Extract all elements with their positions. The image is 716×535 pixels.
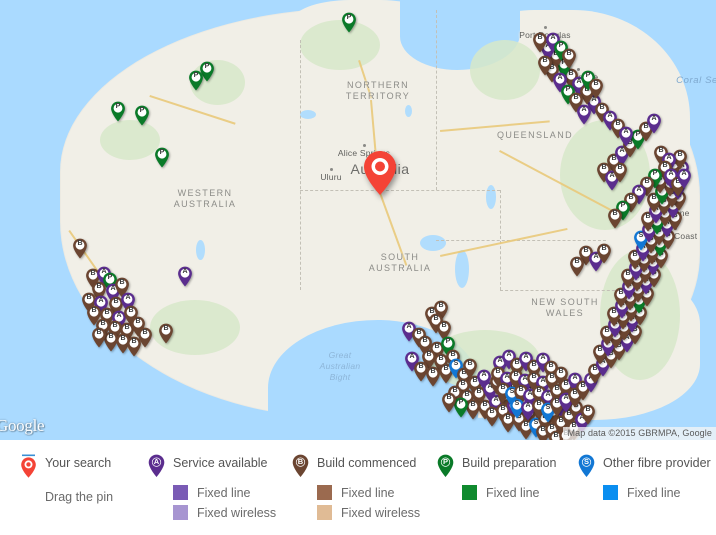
- vegetation-patch: [300, 20, 380, 70]
- pin-build-commenced[interactable]: B: [608, 208, 623, 229]
- legend-item-fixed-wireless: Fixed wireless: [317, 505, 420, 520]
- legend-pin-icon-build-preparation: P: [437, 454, 454, 478]
- state-border: [436, 10, 437, 190]
- legend-swatch: [317, 505, 332, 520]
- pin-build-preparation[interactable]: P: [155, 147, 170, 168]
- map-attribution: Map data ©2015 GBRMPA, Google: [562, 427, 716, 440]
- inland-lake: [196, 240, 205, 260]
- legend-item-label: Fixed line: [197, 485, 251, 500]
- pin-service-available[interactable]: A: [178, 266, 193, 287]
- legend-title-build-preparation: Build preparation: [462, 456, 557, 470]
- legend-header-build-preparation: P Build preparation: [437, 454, 557, 480]
- legend-pin-glyph: A: [153, 457, 160, 466]
- legend-swatch: [317, 485, 332, 500]
- pin-build-preparation[interactable]: P: [111, 101, 126, 122]
- legend-title-other-fibre-provider: Other fibre provider: [603, 456, 711, 470]
- legend-swatch: [173, 505, 188, 520]
- map-canvas[interactable]: WESTERN AUSTRALIA NORTHERN TERRITORY SOUTH…: [0, 0, 716, 440]
- legend-item-label: Fixed wireless: [197, 505, 277, 520]
- pin-build-commenced[interactable]: B: [597, 243, 612, 264]
- legend-item-fixed-line: Fixed line: [173, 485, 276, 500]
- map-city-dot: [544, 26, 547, 29]
- legend-title-your-search: Your search: [45, 456, 112, 470]
- state-border: [500, 290, 620, 291]
- vegetation-patch: [100, 120, 160, 160]
- pin-build-commenced[interactable]: B: [589, 78, 604, 99]
- legend-column-your-search: Your search Drag the pin: [20, 454, 113, 504]
- legend-note-drag-the-pin: Drag the pin: [45, 490, 114, 504]
- pin-build-commenced[interactable]: B: [570, 256, 585, 277]
- legend-pin-glyph: P: [442, 457, 448, 466]
- pin-build-preparation[interactable]: P: [189, 70, 204, 91]
- legend-swatch: [173, 485, 188, 500]
- inland-lake: [300, 110, 316, 119]
- pin-build-commenced[interactable]: B: [562, 48, 577, 69]
- pin-build-commenced[interactable]: B: [442, 392, 457, 413]
- legend-title-service-available: Service available: [173, 456, 268, 470]
- legend-column-build-commenced: B Build commenced Fixed line Fixed wireless: [292, 454, 420, 520]
- state-border: [300, 190, 500, 191]
- google-logo: Google: [0, 416, 45, 435]
- state-border: [300, 40, 301, 290]
- pin-service-available[interactable]: A: [677, 168, 692, 189]
- legend-title-build-commenced: Build commenced: [317, 456, 417, 470]
- inland-lake: [486, 185, 496, 209]
- legend-swatch: [462, 485, 477, 500]
- legend-header-build-commenced: B Build commenced: [292, 454, 420, 480]
- pin-build-commenced[interactable]: B: [73, 238, 88, 259]
- pin-build-commenced[interactable]: B: [538, 55, 553, 76]
- legend-item-label: Fixed line: [486, 485, 540, 500]
- legend-item-fixed-wireless: Fixed wireless: [173, 505, 276, 520]
- legend-item-fixed-line: Fixed line: [462, 485, 557, 500]
- map-city-dot: [330, 168, 333, 171]
- legend-item-label: Fixed line: [627, 485, 681, 500]
- pin-build-commenced[interactable]: B: [138, 327, 153, 348]
- pin-build-preparation[interactable]: P: [342, 12, 357, 33]
- legend-pin-glyph: B: [297, 457, 304, 466]
- pin-build-preparation[interactable]: P: [135, 105, 150, 126]
- legend-pin-icon-your-search: [20, 454, 37, 478]
- pin-service-available[interactable]: A: [577, 104, 592, 125]
- vegetation-patch: [470, 40, 540, 100]
- map-city-dot: [363, 144, 366, 147]
- legend-pin-icon-build-commenced: B: [292, 454, 309, 478]
- legend-pin-icon-service-available: A: [148, 454, 165, 478]
- legend-header-your-search: Your search: [20, 454, 113, 480]
- pin-build-commenced[interactable]: B: [613, 162, 628, 183]
- your-search-pin[interactable]: [363, 150, 397, 196]
- map-legend: Your search Drag the pin A Service availabl…: [0, 440, 716, 535]
- pin-build-commenced[interactable]: B: [92, 327, 107, 348]
- pin-build-commenced[interactable]: B: [581, 404, 596, 425]
- legend-header-service-available: A Service available: [148, 454, 276, 480]
- pin-build-commenced[interactable]: B: [159, 323, 174, 344]
- inland-lake: [405, 105, 412, 117]
- legend-column-other-fibre-provider: S Other fibre provider Fixed line: [578, 454, 711, 500]
- inland-lake: [455, 250, 469, 288]
- pin-service-available[interactable]: A: [619, 126, 634, 147]
- pin-service-available[interactable]: A: [647, 113, 662, 134]
- inland-lake: [420, 235, 446, 251]
- legend-item-label: Fixed wireless: [341, 505, 421, 520]
- legend-item-fixed-line: Fixed line: [317, 485, 420, 500]
- legend-column-build-preparation: P Build preparation Fixed line: [437, 454, 557, 500]
- legend-swatch: [603, 485, 618, 500]
- legend-item-label: Fixed line: [341, 485, 395, 500]
- legend-column-service-available: A Service available Fixed line Fixed wirele…: [148, 454, 276, 520]
- legend-header-other-fibre-provider: S Other fibre provider: [578, 454, 711, 480]
- legend-item-fixed-line: Fixed line: [603, 485, 711, 500]
- state-border: [436, 240, 606, 241]
- legend-pin-icon-other-fibre-provider: S: [578, 454, 595, 478]
- legend-pin-glyph: S: [583, 457, 589, 466]
